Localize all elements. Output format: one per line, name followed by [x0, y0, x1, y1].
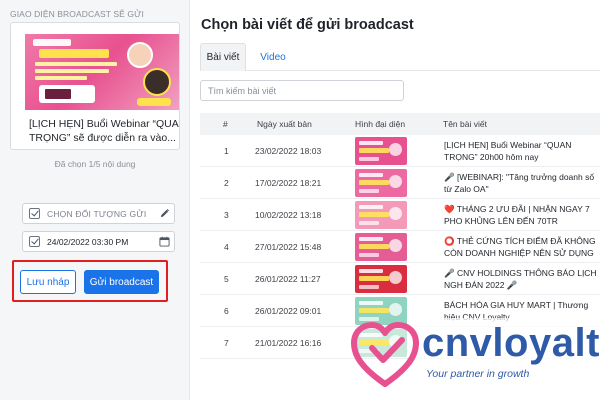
table-row[interactable]: 1 23/02/2022 18:03 [LỊCH HẸN] Buổi Webinar… — [200, 135, 600, 167]
row-post-title — [444, 331, 600, 355]
row-post-title: 🎤 CNV HOLDINGS THÔNG BÁO LỊCH NGH ĐÁN 20… — [444, 268, 597, 290]
table-row[interactable]: 2 17/02/2022 18:21 🎤 [WEBINAR]: "Tăng trưở… — [200, 167, 600, 199]
column-header-number: # — [223, 119, 228, 129]
row-number: 2 — [224, 178, 229, 188]
row-thumbnail — [355, 233, 407, 261]
row-publish-date: 17/02/2022 18:21 — [255, 178, 322, 188]
row-thumbnail — [355, 169, 407, 197]
row-publish-date: 26/01/2022 09:01 — [255, 306, 322, 316]
table-header: # Ngày xuất bản Hình đại diện Tên bài vi… — [200, 113, 600, 135]
row-post-title: BÁCH HÓA GIA HUY MART | Thương hiệu CNV … — [444, 300, 589, 322]
preview-text: [LỊCH HẸN] Buổi Webinar “QUAN TRỌNG” sẽ … — [29, 118, 180, 144]
row-post-title: ⭕ THẺ CỨNG TÍCH ĐIỂM ĐÃ KHÔNG CÒN DOANH … — [444, 236, 596, 258]
broadcast-preview-panel: GIAO DIỆN BROADCAST SẼ GỬI [LỊCH HẸN] Bu… — [0, 0, 190, 400]
content-tabs: Bài viết Video — [200, 43, 600, 71]
row-thumbnail — [355, 201, 407, 229]
send-broadcast-button[interactable]: Gửi broadcast — [84, 270, 159, 294]
table-row[interactable]: 7 21/01/2022 16:16 — [200, 327, 600, 359]
pencil-icon[interactable] — [159, 208, 170, 219]
row-number: 5 — [224, 274, 229, 284]
row-publish-date: 21/01/2022 16:16 — [255, 338, 322, 348]
row-post-title: ❤️ THÁNG 2 ƯU ĐÃI | NHẬN NGAY 7 PHO KHỦN… — [444, 204, 590, 226]
target-checkbox[interactable] — [29, 208, 40, 219]
posts-table: 1 23/02/2022 18:03 [LỊCH HẸN] Buổi Webinar… — [200, 135, 600, 359]
row-publish-date: 10/02/2022 13:18 — [255, 210, 322, 220]
table-row[interactable]: 5 26/01/2022 11:27 🎤 CNV HOLDINGS THÔNG BÁ… — [200, 263, 600, 295]
row-number: 6 — [224, 306, 229, 316]
schedule-date-field[interactable]: 24/02/2022 03:30 PM — [22, 231, 175, 252]
row-thumbnail — [355, 137, 407, 165]
table-row[interactable]: 4 27/01/2022 15:48 ⭕ THẺ CỨNG TÍCH ĐIỂM ĐÃ… — [200, 231, 600, 263]
row-thumbnail — [355, 329, 407, 357]
target-audience-field[interactable]: CHỌN ĐỐI TƯỢNG GỬI — [22, 203, 175, 224]
column-header-date: Ngày xuất bản — [257, 119, 312, 129]
preview-card: [LỊCH HẸN] Buổi Webinar “QUAN TRỌNG” sẽ … — [10, 22, 180, 150]
schedule-checkbox[interactable] — [29, 236, 40, 247]
post-selection-panel: Chọn bài viết để gửi broadcast Bài viết … — [190, 0, 600, 400]
row-publish-date: 27/01/2022 15:48 — [255, 242, 322, 252]
row-thumbnail — [355, 265, 407, 293]
row-number: 7 — [224, 338, 229, 348]
row-publish-date: 26/01/2022 11:27 — [255, 274, 321, 284]
panel-title: GIAO DIỆN BROADCAST SẼ GỬI — [10, 9, 144, 19]
row-post-title: [LỊCH HẸN] Buổi Webinar “QUAN TRỌNG” 20h… — [444, 140, 572, 162]
action-buttons-highlight: Lưu nháp Gửi broadcast — [12, 260, 168, 302]
search-input[interactable] — [200, 80, 404, 101]
preview-thumbnail — [25, 34, 179, 110]
save-draft-button[interactable]: Lưu nháp — [20, 270, 76, 294]
schedule-date-value: 24/02/2022 03:30 PM — [47, 237, 129, 247]
calendar-icon[interactable] — [159, 236, 170, 247]
row-number: 3 — [224, 210, 229, 220]
table-row[interactable]: 3 10/02/2022 13:18 ❤️ THÁNG 2 ƯU ĐÃI | NHẬ… — [200, 199, 600, 231]
row-number: 4 — [224, 242, 229, 252]
page-title: Chọn bài viết để gửi broadcast — [201, 17, 414, 33]
table-row[interactable]: 6 26/01/2022 09:01 BÁCH HÓA GIA HUY MART |… — [200, 295, 600, 327]
column-header-thumbnail: Hình đại diện — [355, 119, 406, 129]
tab-video[interactable]: Video — [252, 43, 294, 71]
selected-count: Đã chọn 1/5 nội dung — [54, 159, 136, 169]
row-publish-date: 23/02/2022 18:03 — [255, 146, 322, 156]
row-post-title: 🎤 [WEBINAR]: "Tăng trưởng doanh số từ Za… — [444, 172, 595, 194]
row-thumbnail — [355, 297, 407, 325]
row-number: 1 — [224, 146, 229, 156]
target-audience-label: CHỌN ĐỐI TƯỢNG GỬI — [47, 209, 147, 219]
column-header-title: Tên bài viết — [443, 119, 487, 129]
tab-posts[interactable]: Bài viết — [200, 43, 246, 71]
